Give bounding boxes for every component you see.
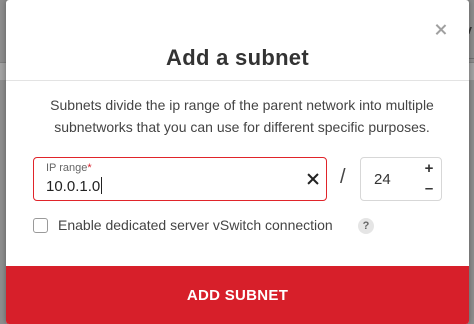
decrement-button[interactable]: – bbox=[423, 181, 435, 197]
clear-icon[interactable] bbox=[306, 172, 320, 186]
dialog-title: Add a subnet bbox=[166, 45, 309, 70]
ip-range-label: IP range* bbox=[46, 162, 92, 174]
title-divider bbox=[6, 80, 469, 81]
increment-button[interactable]: + bbox=[423, 161, 435, 177]
add-subnet-button[interactable]: ADD SUBNET bbox=[6, 266, 469, 324]
add-subnet-dialog: Add a subnet Subnets divide the ip range… bbox=[6, 0, 469, 324]
ip-range-input[interactable]: IP range* 10.0.1.0 bbox=[33, 157, 327, 201]
ip-range-value: 10.0.1.0 bbox=[46, 177, 103, 195]
prefix-length-value: 24 bbox=[374, 171, 391, 188]
close-icon[interactable] bbox=[433, 22, 449, 38]
dialog-description: Subnets divide the ip range of the paren… bbox=[50, 97, 434, 135]
prefix-length-stepper[interactable]: 24 + – bbox=[360, 157, 442, 201]
text-caret bbox=[101, 177, 103, 194]
help-icon[interactable]: ? bbox=[358, 218, 374, 234]
vswitch-checkbox[interactable] bbox=[33, 218, 48, 233]
cidr-separator: / bbox=[340, 166, 346, 188]
vswitch-checkbox-label[interactable]: Enable dedicated server vSwitch connecti… bbox=[58, 217, 333, 233]
required-mark: * bbox=[87, 162, 92, 174]
